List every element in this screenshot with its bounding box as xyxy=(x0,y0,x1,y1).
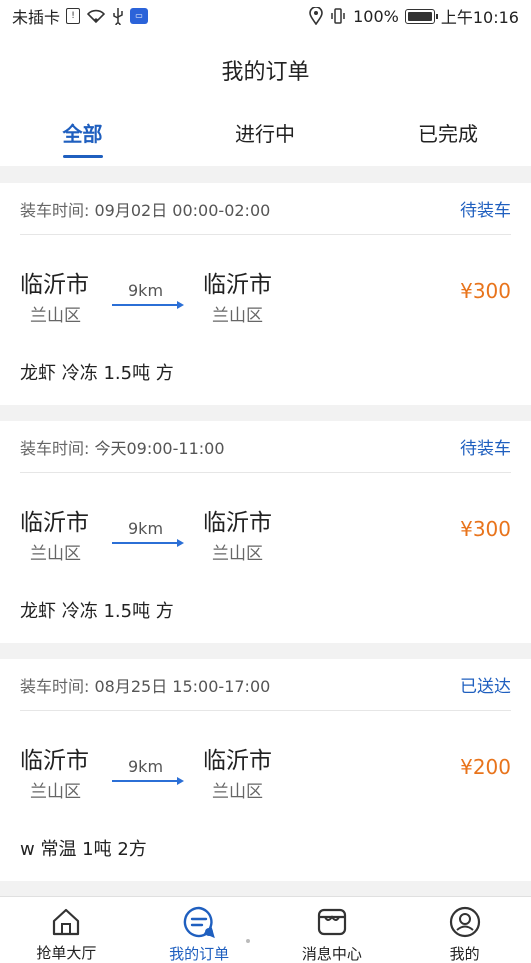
usb-icon xyxy=(112,7,124,25)
order-chat-icon xyxy=(182,905,216,939)
load-time-value: 09月02日 00:00-02:00 xyxy=(94,200,271,220)
battery-icon xyxy=(404,8,438,24)
from-city: 临沂市 xyxy=(20,510,89,536)
order-card[interactable]: 装车时间: 09月02日 00:00-02:00 待装车 临沂市 兰山区 9km… xyxy=(0,183,531,405)
tab-all[interactable]: 全部 xyxy=(0,118,165,158)
vibrate-icon xyxy=(329,7,347,25)
route: 临沂市 兰山区 9km 临沂市 兰山区 ¥200 xyxy=(20,741,511,802)
order-card[interactable]: 装车时间: 今天09:00-11:00 待装车 临沂市 兰山区 9km 临沂市 … xyxy=(0,421,531,643)
cargo-info: w 常温 1吨 2方 xyxy=(20,839,147,860)
cargo-info: 龙虾 冷冻 1.5吨 方 xyxy=(20,363,174,384)
order-card-header: 装车时间: 08月25日 15:00-17:00 已送达 xyxy=(20,659,511,711)
cargo-info: 龙虾 冷冻 1.5吨 方 xyxy=(20,601,174,622)
nav-item-mine[interactable]: 我的 xyxy=(398,897,531,963)
tab-active-indicator xyxy=(62,155,103,158)
profile-icon xyxy=(448,905,482,939)
to-district: 兰山区 xyxy=(212,306,263,326)
order-status: 待装车 xyxy=(460,201,511,221)
tab-in-progress[interactable]: 进行中 xyxy=(165,118,365,158)
load-time-label: 装车时间: xyxy=(20,438,90,458)
status-right: 100% 上午10:16 xyxy=(309,4,519,28)
tab-label: 全部 xyxy=(62,122,103,146)
status-bar: 未插卡 ! ▭ 100% 上午10:16 xyxy=(0,0,531,32)
route-arrow-icon xyxy=(112,539,184,547)
battery-percent: 100% xyxy=(353,6,399,26)
sim-icon: ! xyxy=(66,8,81,24)
route-distance: 9km xyxy=(128,757,164,776)
app-notification-icon: ▭ xyxy=(130,8,149,24)
load-time: 装车时间: 08月25日 15:00-17:00 xyxy=(20,673,270,697)
tab-completed[interactable]: 已完成 xyxy=(365,118,531,158)
to-city: 临沂市 xyxy=(203,510,272,536)
to-city: 临沂市 xyxy=(203,272,272,298)
wifi-icon xyxy=(86,8,106,24)
shop-icon xyxy=(315,905,349,939)
order-status: 已送达 xyxy=(460,677,511,697)
route-distance: 9km xyxy=(128,519,164,538)
route-arrow-icon xyxy=(112,777,184,785)
nav-label: 我的订单 xyxy=(169,945,230,963)
indicator-dot xyxy=(246,939,250,943)
tab-label: 已完成 xyxy=(418,122,478,146)
nav-item-message-center[interactable]: 消息中心 xyxy=(266,897,399,963)
from-district: 兰山区 xyxy=(30,306,81,326)
order-price: ¥300 xyxy=(460,517,511,541)
nav-item-my-orders[interactable]: 我的订单 xyxy=(133,897,266,963)
to-district: 兰山区 xyxy=(212,544,263,564)
page-header: 我的订单 全部 进行中 已完成 xyxy=(0,32,531,166)
load-time-label: 装车时间: xyxy=(20,676,90,696)
load-time: 装车时间: 今天09:00-11:00 xyxy=(20,435,225,459)
from-city: 临沂市 xyxy=(20,748,89,774)
from-city: 临沂市 xyxy=(20,272,89,298)
route: 临沂市 兰山区 9km 临沂市 兰山区 ¥300 xyxy=(20,265,511,326)
to-district: 兰山区 xyxy=(212,782,263,802)
route-distance: 9km xyxy=(128,281,164,300)
nav-label: 抢单大厅 xyxy=(36,944,97,962)
page-title: 我的订单 xyxy=(221,60,310,85)
load-time-label: 装车时间: xyxy=(20,200,90,220)
status-left: 未插卡 ! ▭ xyxy=(12,4,149,28)
order-status: 待装车 xyxy=(460,439,511,459)
clock-text: 上午10:16 xyxy=(440,8,519,27)
order-card-header: 装车时间: 今天09:00-11:00 待装车 xyxy=(20,421,511,473)
location-icon xyxy=(309,7,323,25)
order-card[interactable]: 装车时间: 08月25日 15:00-17:00 已送达 临沂市 兰山区 9km… xyxy=(0,659,531,881)
order-price: ¥300 xyxy=(460,279,511,303)
order-price: ¥200 xyxy=(460,755,511,779)
route-arrow-icon xyxy=(112,301,184,309)
nav-label: 消息中心 xyxy=(301,945,362,963)
order-tabs: 全部 进行中 已完成 xyxy=(0,118,531,158)
load-time-value: 08月25日 15:00-17:00 xyxy=(94,676,271,696)
home-icon xyxy=(49,905,83,938)
order-card-header: 装车时间: 09月02日 00:00-02:00 待装车 xyxy=(20,183,511,235)
nav-label: 我的 xyxy=(449,945,480,963)
load-time-value: 今天09:00-11:00 xyxy=(94,438,225,458)
tab-label: 进行中 xyxy=(235,122,295,146)
from-district: 兰山区 xyxy=(30,782,81,802)
load-time: 装车时间: 09月02日 00:00-02:00 xyxy=(20,197,270,221)
bottom-nav: 抢单大厅 我的订单 消息中心 我的 xyxy=(0,896,531,963)
from-district: 兰山区 xyxy=(30,544,81,564)
carrier-text: 未插卡 xyxy=(12,8,61,27)
route: 临沂市 兰山区 9km 临沂市 兰山区 ¥300 xyxy=(20,503,511,564)
nav-item-order-hall[interactable]: 抢单大厅 xyxy=(0,897,133,963)
to-city: 临沂市 xyxy=(203,748,272,774)
